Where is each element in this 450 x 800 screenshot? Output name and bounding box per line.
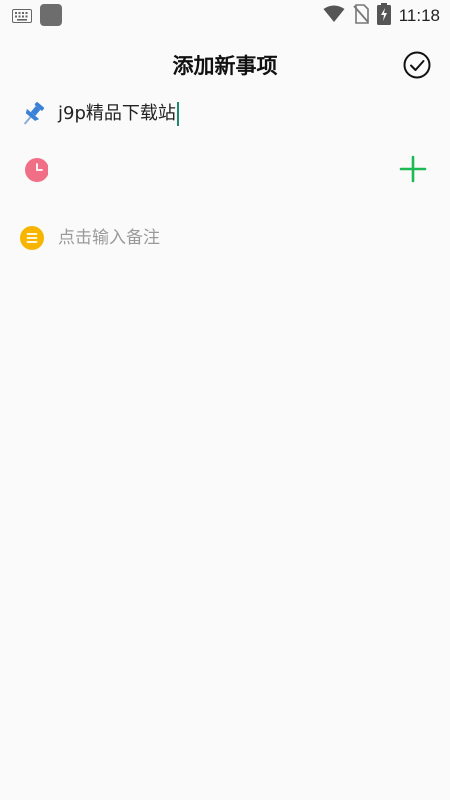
text-caret [176, 102, 179, 126]
note-row: 点击输入备注 [0, 220, 450, 256]
check-circle-icon [403, 51, 431, 79]
wifi-icon [323, 5, 345, 27]
title-row: j9p精品下载站 [0, 96, 450, 132]
note-input[interactable]: 点击输入备注 [58, 224, 160, 252]
title-input[interactable]: j9p精品下载站 [58, 100, 179, 128]
status-time: 11:18 [398, 6, 440, 25]
page-title: 添加新事项 [172, 54, 278, 78]
battery-charging-icon [376, 3, 391, 29]
confirm-button[interactable] [402, 50, 432, 80]
no-sim-icon [353, 4, 369, 28]
status-bar: 11:18 [0, 0, 450, 30]
app-icon [40, 4, 62, 30]
title-bar: 添加新事项 [0, 40, 450, 90]
plus-icon [399, 155, 427, 183]
list-icon [18, 223, 48, 253]
keyboard-icon [12, 8, 32, 27]
add-time-button[interactable] [398, 154, 428, 184]
time-row [0, 150, 450, 186]
title-input-value: j9p精品下载站 [58, 103, 176, 124]
pushpin-icon [18, 99, 48, 129]
clock-icon[interactable] [18, 153, 49, 183]
